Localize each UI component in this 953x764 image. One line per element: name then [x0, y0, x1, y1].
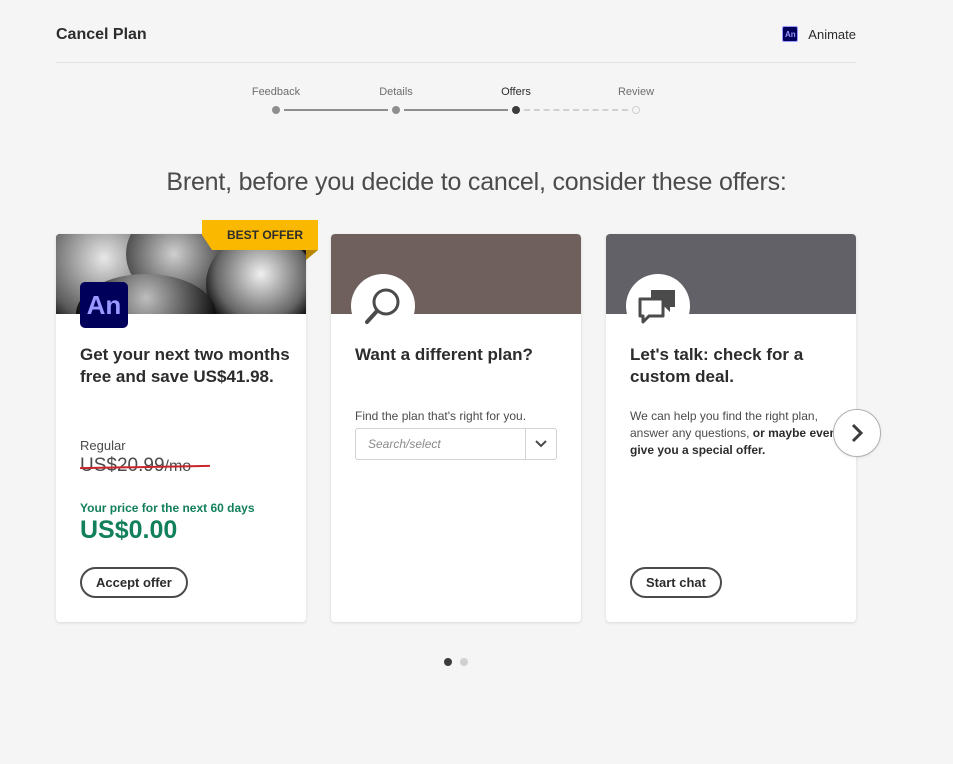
animate-app-icon: An — [782, 26, 799, 42]
start-chat-button[interactable]: Start chat — [630, 567, 722, 598]
plan-select-toggle[interactable] — [525, 429, 556, 459]
carousel-pager — [444, 658, 468, 666]
offer-title: Let's talk: check for a custom deal. — [630, 345, 804, 386]
best-offer-ribbon: BEST OFFER — [202, 220, 318, 250]
step-offers-dot — [512, 106, 520, 114]
promo-price-label: Your price for the next 60 days — [80, 501, 255, 515]
chat-bubbles-icon — [626, 274, 690, 338]
offers-headline: Brent, before you decide to cancel, cons… — [166, 168, 787, 196]
plan-select[interactable] — [355, 428, 557, 460]
carousel-next-button[interactable] — [833, 409, 881, 457]
animate-logo-icon: An — [80, 282, 128, 328]
offer-description: We can help you find the right plan, ans… — [630, 408, 840, 459]
pager-dot-2[interactable] — [460, 658, 468, 666]
page-title: Cancel Plan — [56, 26, 147, 43]
step-details-label: Details — [379, 86, 413, 98]
app-badge: An Animate — [782, 26, 856, 42]
app-name: Animate — [808, 26, 856, 42]
offer-title: Want a different plan? — [355, 345, 533, 364]
plan-search-input[interactable] — [356, 429, 525, 459]
offer-card-custom-deal: Let's talk: check for a custom deal. We … — [606, 234, 856, 622]
step-details-dot — [392, 106, 400, 114]
promo-price: US$0.00 — [80, 516, 178, 544]
step-feedback-dot — [272, 106, 280, 114]
step-offers-label: Offers — [501, 86, 531, 98]
pager-dot-1[interactable] — [444, 658, 452, 666]
page-header: Cancel Plan An Animate — [56, 0, 856, 63]
offer-description: Find the plan that's right for you. — [355, 409, 527, 423]
ribbon-fold — [306, 250, 318, 260]
progress-stepper: Feedback Details Offers Review — [230, 84, 670, 124]
step-connector — [524, 109, 628, 111]
offer-card-free-months: BEST OFFER An Get your next two months f… — [56, 220, 318, 622]
regular-price: US$20.99/mo — [79, 455, 211, 477]
step-review-dot — [632, 106, 640, 114]
step-review-label: Review — [617, 86, 655, 98]
step-connector — [284, 109, 388, 111]
step-feedback-label: Feedback — [251, 86, 301, 98]
accept-offer-button[interactable]: Accept offer — [80, 567, 188, 598]
magnifier-icon — [351, 274, 415, 338]
chevron-right-icon — [851, 423, 864, 443]
chevron-down-icon — [535, 440, 547, 448]
step-connector — [404, 109, 508, 111]
regular-price-label: Regular — [80, 438, 126, 453]
offer-card-different-plan: Want a different plan? Find the plan tha… — [331, 234, 581, 622]
offer-title: Get your next two months free and save U… — [80, 345, 290, 386]
